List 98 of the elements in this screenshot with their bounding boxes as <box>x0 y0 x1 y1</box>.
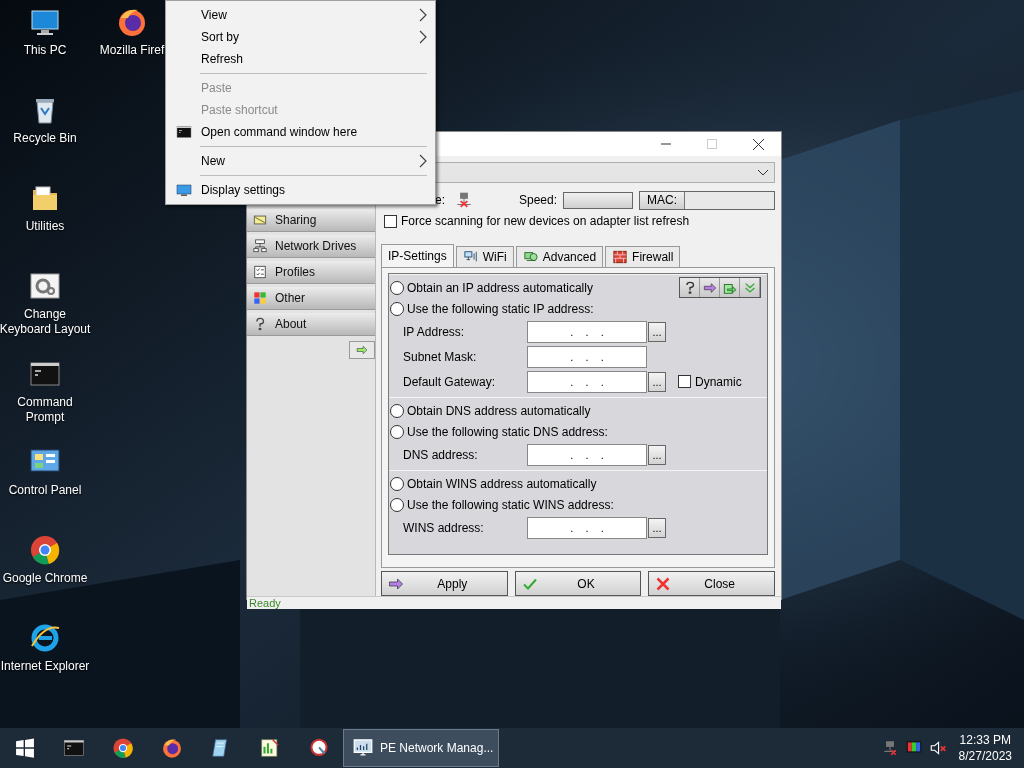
sidebar-item[interactable]: About <box>247 313 375 336</box>
close-icon[interactable] <box>752 138 764 150</box>
sharing-icon <box>253 213 267 227</box>
field-label: WINS address: <box>403 520 485 535</box>
tab[interactable]: Advanced <box>515 246 604 267</box>
desktop-icon-label[interactable]: This PC <box>0 43 91 58</box>
state-label: e: <box>435 193 445 207</box>
ip-address-field[interactable]: . . . <box>527 320 647 343</box>
radio-label: Use the following static IP address: <box>407 301 594 316</box>
checkbox[interactable] <box>678 375 691 388</box>
desktop-icon-label[interactable]: Control Panel <box>0 483 91 498</box>
sidebar-item[interactable]: Network Drives <box>247 235 375 258</box>
status-text: Ready <box>247 596 781 609</box>
browse-button[interactable]: ... <box>648 371 666 392</box>
speaker-muted-icon[interactable] <box>928 739 947 757</box>
checkbox[interactable] <box>384 214 397 228</box>
desktop-icon-label[interactable]: Internet Explorer <box>0 659 91 674</box>
tiles-icon <box>253 291 267 305</box>
monitor-icon <box>176 182 192 198</box>
chevron-right-icon <box>419 154 427 168</box>
mac-label: MAC: <box>640 191 686 209</box>
computer-signal-icon <box>462 250 479 264</box>
radio-label: Use the following static DNS address: <box>407 424 608 439</box>
menu-item[interactable]: Refresh <box>166 48 435 70</box>
sidebar-item[interactable]: Other <box>247 287 375 310</box>
network-monitor-icon <box>352 738 374 758</box>
desktop-icon-label[interactable]: Utilities <box>0 219 91 234</box>
radio-button[interactable] <box>390 403 404 418</box>
field-label: Subnet Mask: <box>403 349 478 364</box>
menu-item[interactable]: View <box>166 4 435 26</box>
gauge-icon[interactable] <box>307 737 330 759</box>
toolbar-button[interactable] <box>700 278 720 297</box>
network-drives-icon <box>253 239 267 253</box>
network-cloud-icon <box>522 250 539 264</box>
speed-display <box>563 191 634 209</box>
field-label: IP Address: <box>403 324 466 339</box>
brick-wall-icon <box>612 250 629 264</box>
browser-icon[interactable] <box>29 622 61 654</box>
checkbox-label: Dynamic <box>695 374 742 389</box>
desktop-icon-label[interactable]: Mozilla Firef <box>99 43 165 58</box>
desktop-icon-label[interactable]: Change Keyboard Layout <box>0 307 91 337</box>
question-icon <box>253 317 267 331</box>
toolbar-button[interactable] <box>680 278 700 297</box>
checkbox-label: Force scanning for new devices on adapter list refresh <box>401 214 690 228</box>
close-icon <box>655 575 672 592</box>
browser-icon[interactable] <box>29 534 61 566</box>
radio-button[interactable] <box>390 497 404 512</box>
menu-item[interactable]: New <box>166 150 435 172</box>
ip-address-field[interactable]: . . . <box>527 516 647 539</box>
gear-icon[interactable] <box>29 270 61 302</box>
browse-button[interactable]: ... <box>648 321 666 342</box>
radio-label: Obtain DNS address automatically <box>407 403 591 418</box>
ok-button[interactable]: OK <box>514 571 642 596</box>
radio-button[interactable] <box>390 280 404 295</box>
radio-label: Use the following static WINS address: <box>407 497 614 512</box>
sidebar-item[interactable]: Profiles <box>247 261 375 284</box>
caret-icon <box>758 169 768 176</box>
tab[interactable]: IP-Settings <box>381 244 454 267</box>
clock-time[interactable]: 12:33 PM <box>959 732 1011 748</box>
ip-address-field[interactable]: . . . <box>527 370 647 393</box>
apply-button[interactable]: Apply <box>381 571 508 596</box>
radio-button[interactable] <box>390 476 404 491</box>
sidebar-item[interactable]: Sharing <box>247 209 375 232</box>
close-button[interactable]: Close <box>648 571 775 596</box>
speed-label: Speed: <box>519 193 558 207</box>
radio-button[interactable] <box>390 301 404 316</box>
browse-button[interactable]: ... <box>648 444 666 465</box>
taskbar-button[interactable]: PE Network Manag... <box>343 729 499 767</box>
checklist-icon <box>253 265 267 279</box>
field-label: DNS address: <box>403 447 479 462</box>
clock-date[interactable]: 8/27/2023 <box>958 748 1012 764</box>
arrow-button[interactable] <box>349 341 375 359</box>
tab[interactable]: Firewall <box>605 246 681 267</box>
tab[interactable]: WiFi <box>455 246 514 267</box>
terminal-icon[interactable] <box>62 737 85 759</box>
terminal-icon <box>176 124 192 140</box>
chart-icon[interactable] <box>258 737 281 759</box>
desktop-icon-label[interactable]: Recycle Bin <box>0 131 91 146</box>
radio-button[interactable] <box>390 424 404 439</box>
radio-label: Obtain WINS address automatically <box>407 476 597 491</box>
browse-button[interactable]: ... <box>648 517 666 538</box>
windows-logo-icon <box>13 737 36 759</box>
arrow-right-icon <box>354 344 370 356</box>
browser-icon[interactable] <box>111 737 134 759</box>
menu-item[interactable]: Open command window here <box>166 121 435 143</box>
chevron-right-icon <box>419 8 427 22</box>
chevron-right-icon <box>419 30 427 44</box>
desktop-icon-label[interactable]: Google Chrome <box>0 571 91 586</box>
menu-item[interactable]: Sort by <box>166 26 435 48</box>
network-error-icon <box>455 191 473 209</box>
arrow-right-icon <box>702 280 717 295</box>
field-label: Default Gateway: <box>403 374 497 389</box>
ip-address-field[interactable]: . . . <box>527 443 647 466</box>
desktop-icon-label[interactable]: Command Prompt <box>0 395 91 425</box>
menu-item[interactable]: Display settings <box>166 179 435 201</box>
ip-address-field[interactable]: . . . <box>527 345 647 368</box>
browser-icon[interactable] <box>160 737 183 759</box>
radio-label: Obtain an IP address automatically <box>407 280 593 295</box>
